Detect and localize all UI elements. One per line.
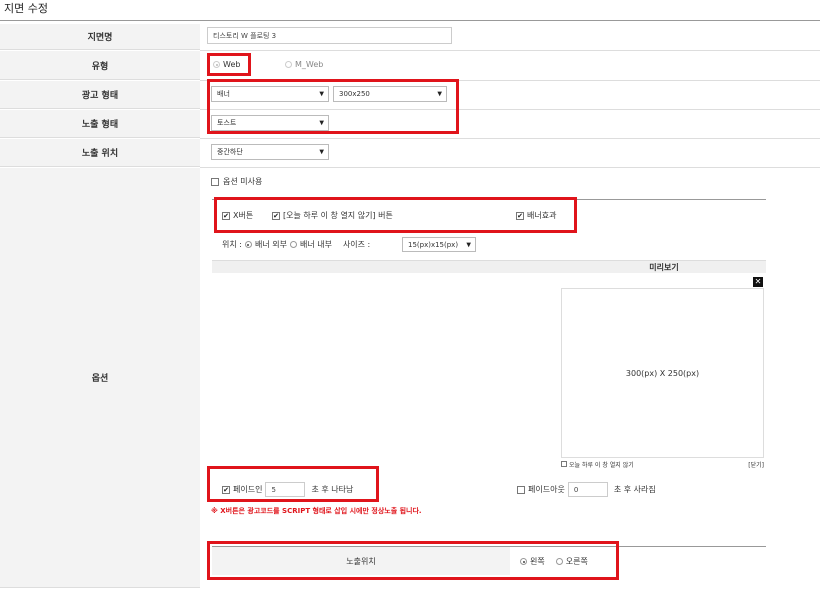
preview-close-link[interactable]: [닫기] <box>748 460 764 469</box>
size-label: 사이즈 : <box>342 240 371 249</box>
radio-mweb[interactable] <box>285 61 292 68</box>
unused-checkbox[interactable] <box>211 177 219 186</box>
divider <box>0 20 820 21</box>
highlight-box <box>207 541 619 580</box>
fade-out-input[interactable]: 0 <box>567 482 608 497</box>
highlight-box <box>207 466 379 502</box>
label-name: 지면명 <box>0 24 200 50</box>
type-mweb-option[interactable]: M_Web <box>285 60 323 69</box>
icon-size-value: 15(px)x15(px) <box>408 240 459 249</box>
page-title: 지면 수정 <box>4 2 48 15</box>
fade-out-checkbox[interactable] <box>517 485 525 494</box>
name-input[interactable]: 티스토리 W 플로팅 3 <box>207 27 452 44</box>
chevron-down-icon: ▼ <box>466 241 471 248</box>
option-unused[interactable]: 옵션 미사용 <box>211 176 262 187</box>
preview-no-show-checkbox[interactable] <box>561 461 567 467</box>
display-position-select[interactable]: 중간하단 ▼ <box>211 144 329 160</box>
chevron-down-icon: ▼ <box>319 148 324 156</box>
close-icon[interactable]: ✕ <box>753 277 763 287</box>
row-divider <box>200 167 820 168</box>
fade-out-label: 페이드아웃 <box>528 485 565 494</box>
preview-box: 300(px) X 250(px) <box>561 288 764 458</box>
highlight-box <box>214 197 577 233</box>
label-ad-format: 광고 형태 <box>0 81 200 109</box>
preview-header: 미리보기 <box>212 260 766 273</box>
pos-outside-label: 배너 외부 <box>254 240 287 249</box>
icon-size-select[interactable]: 15(px)x15(px) ▼ <box>402 237 476 252</box>
unused-label: 옵션 미사용 <box>223 177 263 186</box>
option-fade-out: 페이드아웃 0 초 후 사라짐 <box>517 482 656 497</box>
preview-title: 미리보기 <box>649 262 679 272</box>
preview-footer-left: 오늘 하루 이 창 열지 않기 <box>569 461 634 469</box>
label-type: 유형 <box>0 51 200 80</box>
label-display-position: 노출 위치 <box>0 139 200 167</box>
preview-footer: 오늘 하루 이 창 열지 않기 [닫기] <box>561 459 764 469</box>
option-position-row: 위치 : 배너 외부 배너 내부 사이즈 : <box>222 239 370 250</box>
highlight-box <box>207 79 459 134</box>
preview-size-text: 300(px) X 250(px) <box>625 368 700 378</box>
fade-out-value: 0 <box>573 485 579 494</box>
highlight-box <box>207 53 251 76</box>
name-value: 티스토리 W 플로팅 3 <box>213 31 277 40</box>
label-options: 옵션 <box>0 168 200 588</box>
radio-pos-inside[interactable] <box>289 241 297 248</box>
radio-pos-outside[interactable] <box>244 241 252 248</box>
row-divider <box>200 138 820 139</box>
pos-inside-label: 배너 내부 <box>299 240 332 249</box>
row-divider <box>200 50 820 51</box>
type-mweb-label: M_Web <box>295 60 324 69</box>
display-position-value: 중간하단 <box>217 148 243 156</box>
label-display-format: 노출 형태 <box>0 110 200 138</box>
position-label: 위치 : <box>222 240 242 249</box>
warning-text: ※ X버튼은 광고코드를 SCRIPT 형태로 삽입 시에만 정상노출 됩니다. <box>211 507 422 515</box>
fade-out-suffix: 초 후 사라짐 <box>613 485 656 494</box>
